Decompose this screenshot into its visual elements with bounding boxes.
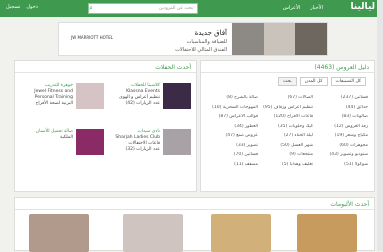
events-title: أحدث الحفلات xyxy=(15,61,196,73)
search-button[interactable]: بحث xyxy=(278,77,297,86)
hotel-banner[interactable]: آفاق جديدة للضيافة والمناسبات الفندق الم… xyxy=(58,22,328,56)
category-link[interactable]: تصوير (33) xyxy=(207,143,258,148)
event-thumbnail[interactable] xyxy=(76,83,104,109)
event-item[interactable]: نادي سيدات Sharjah Ladies Club قاعات الاحت… xyxy=(110,129,191,155)
category-link[interactable]: زفة العروس (12) xyxy=(317,124,368,129)
category-link[interactable]: ستوديو وتصوير (43) xyxy=(317,152,368,157)
category-link[interactable]: منتجعات (9) xyxy=(262,152,313,157)
login-link[interactable]: دخول xyxy=(26,4,38,10)
latest-albums-panel: أحدث الألبومات xyxy=(14,197,375,252)
album-thumbnail[interactable] xyxy=(297,214,357,252)
category-link[interactable]: عروض صنع (47) xyxy=(207,133,258,138)
banner-title: آفاق جديدة xyxy=(194,29,227,37)
category-link[interactable]: مجوهرات (60) xyxy=(317,143,368,148)
search-icon[interactable]: ⌕ xyxy=(89,4,98,13)
event-thumbnail[interactable] xyxy=(163,129,191,155)
album-thumbnail[interactable] xyxy=(29,214,89,252)
category-link[interactable]: شوكولا (51) xyxy=(317,162,368,167)
category-link[interactable]: حدائق (44) xyxy=(317,105,368,110)
banner-desc: الفندق المثالي للاحتفالات xyxy=(175,47,227,53)
category-link[interactable]: مصفف (11) xyxy=(207,162,258,167)
latest-events-panel: أحدث الحفلات كلاسيتا للحفلات Klassna Even… xyxy=(14,60,197,192)
top-navigation-bar: ليالينا الأعراس الأخبار بحث عن المزودين … xyxy=(0,0,383,17)
search-input[interactable]: بحث عن المزودين xyxy=(88,3,198,14)
event-item[interactable]: كلاسيتا للحفلات Klassna Events تنظيم أعراس… xyxy=(110,83,191,109)
category-link[interactable]: مكياج وشعر (19) xyxy=(317,133,368,138)
category-link[interactable]: فساتين (237) xyxy=(317,95,368,100)
category-link[interactable]: كيك وحلويات (35) xyxy=(262,124,313,129)
banner-images xyxy=(232,23,328,55)
album-thumbnail[interactable] xyxy=(211,214,271,252)
category-link[interactable]: قوالب الاعراس (87) xyxy=(207,114,258,119)
register-link[interactable]: تسجيل xyxy=(6,4,20,10)
category-link[interactable]: الصالات (67) xyxy=(262,95,313,100)
category-select[interactable]: كل التصنيفات xyxy=(330,77,366,86)
guide-title: دليل العروس (4463) xyxy=(201,61,374,73)
event-item[interactable]: صالة تجميل للأسنان الملكية xyxy=(23,129,104,155)
category-link[interactable]: تغليف وهدايا (5) xyxy=(262,162,313,167)
event-thumbnail[interactable] xyxy=(76,129,104,155)
category-link[interactable]: فساتين (70) xyxy=(207,152,258,157)
albums-title: أحدث الألبومات xyxy=(15,198,374,210)
event-thumbnail[interactable] xyxy=(163,83,191,109)
scrollbar[interactable] xyxy=(377,0,383,251)
category-link[interactable]: شهر العسل (50) xyxy=(262,143,313,148)
category-link[interactable]: ليلة الحناء (27) xyxy=(262,133,313,138)
nav-weddings[interactable]: الأعراس xyxy=(283,5,300,11)
city-select[interactable]: كل المدن xyxy=(299,77,328,86)
category-link[interactable]: تنظيم أعراس وزفاف (95) xyxy=(262,105,313,110)
event-item[interactable]: جوهرة للتدريب Jewel Fitness and Personal … xyxy=(23,83,104,109)
category-link[interactable]: صالونات (83) xyxy=(317,114,368,119)
category-link[interactable]: المهوجات السحرية (10) xyxy=(207,105,258,110)
album-thumbnail[interactable] xyxy=(123,214,183,252)
category-list: فساتين (237) الصالات (67) صالة بالشرح (8) ح… xyxy=(207,95,368,167)
category-link[interactable]: قاعات الافراح (120) xyxy=(262,114,313,119)
hotel-logo: JW MARRIOTT HOTEL xyxy=(71,35,113,40)
banner-subtitle: للضيافة والمناسبات xyxy=(186,39,227,45)
site-logo[interactable]: ليالينا xyxy=(350,2,375,12)
category-link[interactable]: العطور (34) xyxy=(207,124,258,129)
category-link[interactable]: صالة بالشرح (8) xyxy=(207,95,258,100)
nav-news[interactable]: الأخبار xyxy=(310,5,323,11)
bride-guide-panel: دليل العروس (4463) بحث كل المدن كل التصن… xyxy=(200,60,375,192)
